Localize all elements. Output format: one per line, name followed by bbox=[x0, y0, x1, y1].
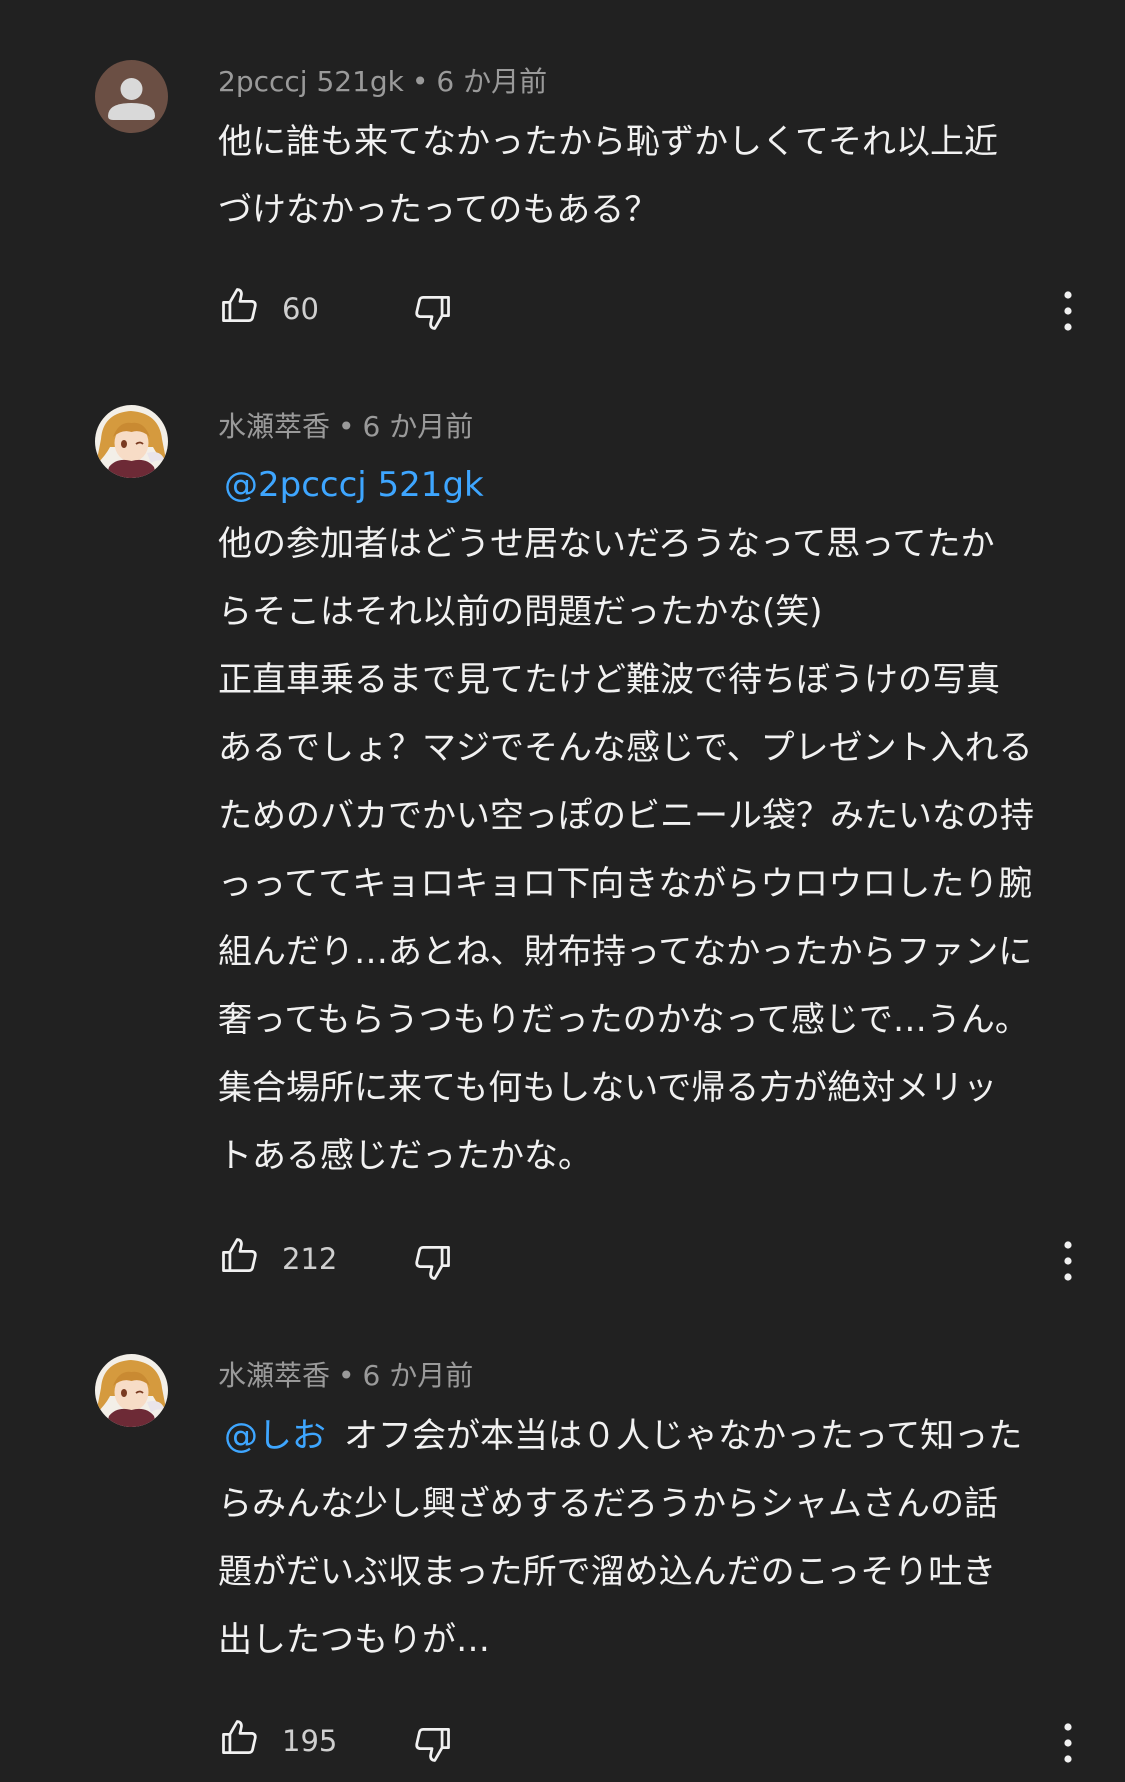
more-options-button[interactable] bbox=[1056, 1718, 1080, 1768]
thumbs-down-icon bbox=[415, 295, 450, 330]
more-options-button[interactable] bbox=[1056, 1236, 1080, 1286]
comment-text: @2pcccj 521gk 他の参加者はどうせ居ないだろうなって思ってたか らそ… bbox=[218, 452, 1088, 1190]
default-person-avatar-icon bbox=[95, 60, 168, 133]
dislike-button[interactable] bbox=[410, 1240, 458, 1290]
thumbs-up-icon bbox=[222, 1720, 257, 1755]
comment-line: らみんな少し興ざめするだろうからシャムさんの話 bbox=[218, 1484, 998, 1524]
like-count: 212 bbox=[282, 1242, 338, 1276]
comment-line: 他の参加者はどうせ居ないだろうなって思ってたか bbox=[218, 524, 995, 564]
more-vertical-icon bbox=[1064, 291, 1072, 331]
comment-actions: 60 bbox=[218, 284, 1098, 344]
comment-line: ためのバカでかい空っぽのビニール袋？みたいなの持 bbox=[218, 796, 1034, 836]
comment-line: づけなかったってのもある？ bbox=[218, 190, 659, 230]
dislike-button[interactable] bbox=[410, 290, 458, 340]
anime-character-avatar-icon bbox=[95, 1354, 168, 1427]
anime-character-avatar-icon bbox=[95, 405, 168, 478]
author-name[interactable]: 2pcccj 521gk bbox=[218, 65, 404, 98]
dislike-button[interactable] bbox=[410, 1722, 458, 1772]
author-name[interactable]: 水瀬萃香 bbox=[218, 1359, 330, 1392]
mention-link[interactable]: @2pcccj 521gk bbox=[218, 452, 1088, 510]
more-options-button[interactable] bbox=[1056, 286, 1080, 336]
comment-meta: 2pcccj 521gk • 6 か月前 bbox=[218, 65, 547, 99]
comment-line-text: オフ会が本当は０人じゃなかったって知った bbox=[344, 1416, 1023, 1456]
comment-meta: 水瀬萃香 • 6 か月前 bbox=[218, 1359, 473, 1393]
comment-actions: 195 bbox=[218, 1716, 1098, 1776]
mention-link[interactable]: @しお bbox=[218, 1416, 326, 1456]
meta-separator: • bbox=[338, 410, 355, 443]
meta-separator: • bbox=[411, 65, 429, 98]
meta-separator: • bbox=[338, 1359, 355, 1392]
like-count: 60 bbox=[282, 292, 319, 326]
comment-line: あるでしょ？マジでそんな感じで、プレゼント入れる bbox=[218, 728, 1033, 768]
like-count: 195 bbox=[282, 1724, 338, 1758]
comment-line: @しお オフ会が本当は０人じゃなかったって知った bbox=[218, 1402, 1088, 1470]
comment-text: 他に誰も来てなかったから恥ずかしくてそれ以上近 づけなかったってのもある？ bbox=[218, 108, 1088, 244]
comment-actions: 212 bbox=[218, 1234, 1098, 1294]
comment-line: トある感じだったかな。 bbox=[218, 1136, 592, 1176]
author-name[interactable]: 水瀬萃香 bbox=[218, 410, 330, 443]
thumbs-up-icon bbox=[222, 288, 257, 323]
more-vertical-icon bbox=[1064, 1241, 1072, 1281]
like-button[interactable] bbox=[218, 284, 266, 334]
comment-meta: 水瀬萃香 • 6 か月前 bbox=[218, 410, 473, 444]
thumbs-up-icon bbox=[222, 1238, 257, 1273]
comment-line: 題がだいぶ収まった所で溜め込んだのこっそり吐き bbox=[218, 1552, 997, 1592]
comment-line: 正直車乗るまで見てたけど難波で待ちぼうけの写真 bbox=[218, 660, 1000, 700]
comment-time[interactable]: 6 か月前 bbox=[436, 65, 547, 98]
comment-text: @しお オフ会が本当は０人じゃなかったって知った らみんな少し興ざめするだろうから… bbox=[218, 1402, 1088, 1674]
comment-line: らそこはそれ以前の問題だったかな(笑) bbox=[218, 592, 823, 632]
avatar[interactable] bbox=[95, 1354, 168, 1427]
thumbs-down-icon bbox=[415, 1727, 450, 1762]
avatar[interactable] bbox=[95, 60, 168, 133]
comment-line: 集合場所に来ても何もしないで帰る方が絶対メリッ bbox=[218, 1068, 998, 1108]
like-button[interactable] bbox=[218, 1234, 266, 1284]
comment-line: 奢ってもらうつもりだったのかなって感じで…うん。 bbox=[218, 1000, 1029, 1040]
comment-time[interactable]: 6 か月前 bbox=[363, 410, 474, 443]
comment-line: 出したつもりが… bbox=[218, 1620, 490, 1660]
avatar[interactable] bbox=[95, 405, 168, 478]
comment-line: 組んだり…あとね、財布持ってなかったからファンに bbox=[218, 932, 1033, 972]
comment-line: っっててキョロキョロ下向きながらウロウロしたり腕 bbox=[218, 864, 1033, 904]
thumbs-down-icon bbox=[415, 1245, 450, 1280]
comment-time[interactable]: 6 か月前 bbox=[363, 1359, 474, 1392]
like-button[interactable] bbox=[218, 1716, 266, 1766]
comment-line: 他に誰も来てなかったから恥ずかしくてそれ以上近 bbox=[218, 122, 998, 162]
more-vertical-icon bbox=[1064, 1723, 1072, 1763]
